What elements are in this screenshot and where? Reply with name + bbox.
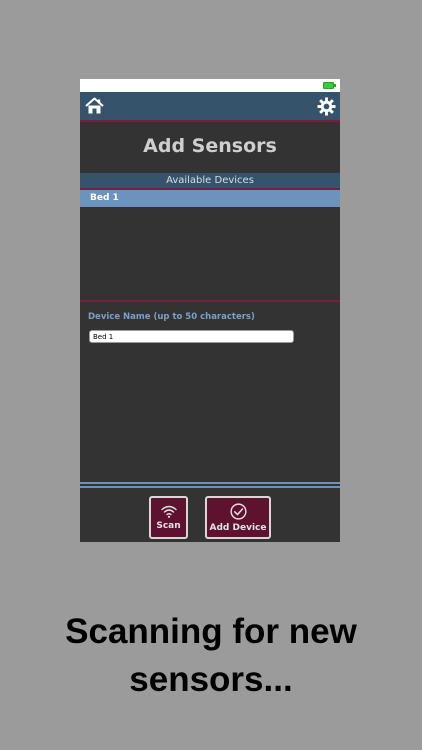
wifi-icon [160, 505, 177, 518]
home-icon[interactable] [83, 95, 105, 117]
gear-icon[interactable] [315, 95, 337, 117]
phone-screen: Add Sensors Available Devices Bed 1 Devi… [80, 79, 340, 542]
nav-bar [80, 92, 340, 122]
device-name-label: Device Name (up to 50 characters) [88, 312, 255, 322]
list-item[interactable]: Bed 1 [80, 190, 340, 207]
promo-caption: Scanning for new sensors... [65, 612, 357, 699]
divider [80, 482, 340, 484]
device-name-field[interactable] [89, 330, 294, 343]
bottom-toolbar: Scan Add Device [80, 488, 340, 542]
scan-button[interactable]: Scan [149, 496, 188, 539]
status-bar [80, 79, 340, 92]
page-title: Add Sensors [143, 135, 277, 157]
add-device-button[interactable]: Add Device [205, 496, 271, 539]
device-list: Bed 1 [80, 190, 340, 300]
divider [80, 300, 340, 302]
battery-icon [323, 82, 336, 89]
scan-label: Scan [156, 520, 181, 531]
checkmark-circle-icon [229, 502, 247, 520]
available-devices-header: Available Devices [80, 173, 340, 190]
add-device-label: Add Device [209, 522, 267, 533]
